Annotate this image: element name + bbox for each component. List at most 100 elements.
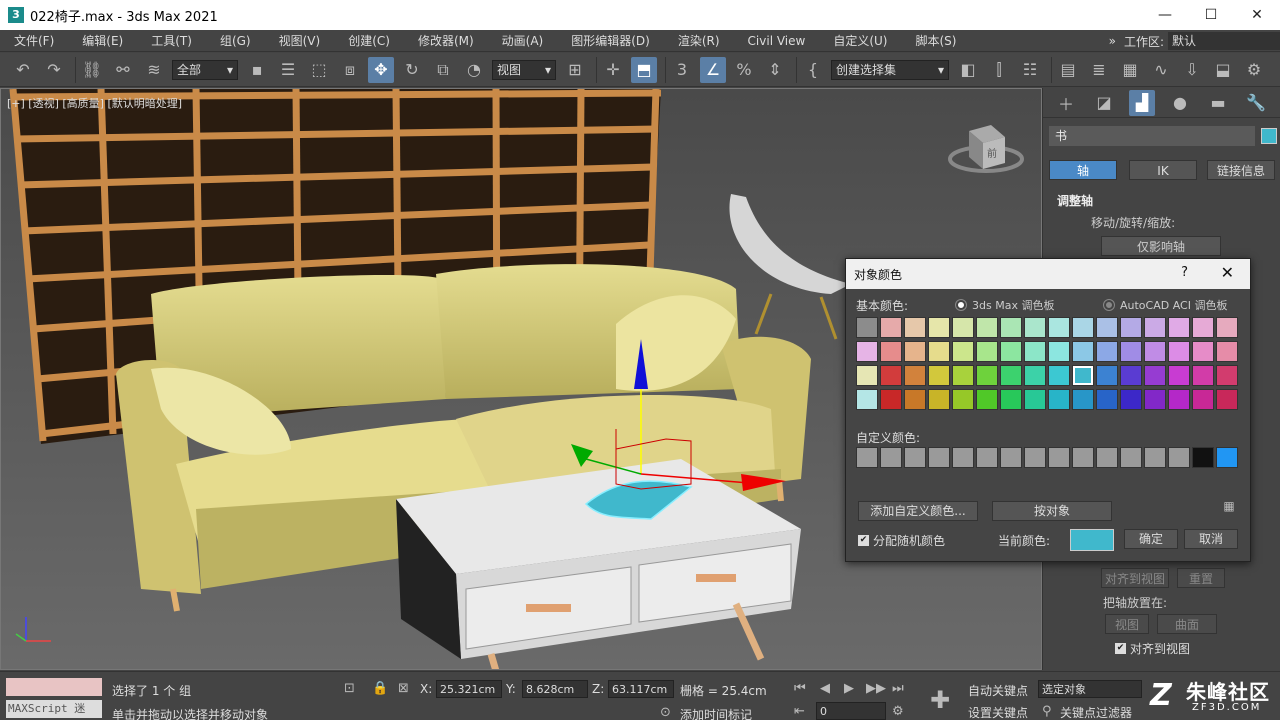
custom-color-swatch[interactable] <box>1192 447 1214 468</box>
spinner-snap-icon[interactable]: ⇕ <box>762 57 788 83</box>
by-object-button[interactable]: 按对象 <box>992 501 1112 521</box>
auto-key-button[interactable]: 自动关键点 <box>968 682 1028 699</box>
basic-color-swatch[interactable] <box>880 317 902 338</box>
basic-color-swatch[interactable] <box>904 389 926 410</box>
basic-color-swatch[interactable] <box>880 341 902 362</box>
place-view-button[interactable]: 视图 <box>1105 614 1149 634</box>
basic-color-swatch[interactable] <box>1072 317 1094 338</box>
material-editor-icon[interactable]: ⬓ <box>1210 57 1236 83</box>
custom-color-swatch[interactable] <box>1072 447 1094 468</box>
basic-color-swatch[interactable] <box>1120 365 1142 386</box>
basic-color-swatch[interactable] <box>1216 317 1238 338</box>
basic-color-swatch[interactable] <box>1144 317 1166 338</box>
custom-color-swatch[interactable] <box>1144 447 1166 468</box>
select-scale-icon[interactable]: ⧉ <box>430 57 456 83</box>
object-name-field[interactable]: 书 <box>1049 126 1255 146</box>
schematic-view-icon[interactable]: ⇩ <box>1179 57 1205 83</box>
ref-coord-dropdown[interactable]: 视图 ▾ <box>492 59 556 80</box>
select-move-icon[interactable]: ✥ <box>368 56 394 83</box>
basic-color-swatch[interactable] <box>1024 389 1046 410</box>
custom-color-swatch[interactable] <box>880 447 902 468</box>
align-icon[interactable]: ⫿ <box>986 57 1012 83</box>
selection-filter-dropdown[interactable]: 全部 ▾ <box>172 59 238 80</box>
menu-graph-editors[interactable]: 图形编辑器(D) <box>557 32 664 49</box>
basic-color-swatch[interactable] <box>904 317 926 338</box>
pivot-tab[interactable]: 轴 <box>1049 160 1117 180</box>
custom-color-swatch[interactable] <box>1096 447 1118 468</box>
layer-explorer-icon[interactable]: ≣ <box>1086 57 1112 83</box>
custom-color-swatch[interactable] <box>1048 447 1070 468</box>
x-coord-field[interactable]: 25.321cm <box>436 680 502 698</box>
window-crossing-icon[interactable]: ⧈ <box>337 57 363 83</box>
undo-icon[interactable]: ↶ <box>10 57 36 83</box>
basic-color-swatch[interactable] <box>1024 365 1046 386</box>
percent-snap-icon[interactable]: % <box>731 57 757 83</box>
bind-space-warp-icon[interactable]: ≋ <box>141 57 167 83</box>
select-manipulate-icon[interactable]: ✛ <box>600 57 626 83</box>
basic-color-swatch[interactable] <box>952 365 974 386</box>
basic-color-swatch[interactable] <box>856 365 878 386</box>
custom-color-swatch[interactable] <box>928 447 950 468</box>
close-button[interactable]: ✕ <box>1234 0 1280 30</box>
basic-color-swatch[interactable] <box>976 317 998 338</box>
palette-aci-radio[interactable]: AutoCAD ACI 调色板 <box>1104 297 1227 313</box>
basic-color-swatch[interactable] <box>928 341 950 362</box>
place-icon[interactable]: ◔ <box>461 57 487 83</box>
toggle-ribbon-icon[interactable]: ▦ <box>1117 57 1143 83</box>
previous-frame-icon[interactable]: ◀ <box>820 681 830 696</box>
basic-color-swatch[interactable] <box>1120 317 1142 338</box>
basic-color-swatch[interactable] <box>1168 317 1190 338</box>
basic-color-swatch[interactable] <box>1072 341 1094 362</box>
maximize-button[interactable]: ☐ <box>1188 0 1234 30</box>
basic-color-swatch[interactable] <box>976 341 998 362</box>
set-key-button[interactable]: 设置关键点 <box>968 704 1028 720</box>
next-frame-icon[interactable]: ▶▶ <box>866 681 886 696</box>
basic-color-swatch[interactable] <box>904 365 926 386</box>
custom-color-swatch[interactable] <box>1000 447 1022 468</box>
go-to-start-icon[interactable]: ⏮ <box>794 681 806 696</box>
add-time-tag[interactable]: 添加时间标记 <box>680 706 752 720</box>
basic-color-swatch[interactable] <box>1144 365 1166 386</box>
z-coord-field[interactable]: 63.117cm <box>608 680 674 698</box>
reset-button[interactable]: 重置 <box>1177 568 1225 588</box>
basic-color-swatch[interactable] <box>1096 341 1118 362</box>
basic-color-swatch[interactable] <box>952 341 974 362</box>
object-color-swatch[interactable] <box>1261 128 1277 144</box>
custom-color-swatch[interactable] <box>976 447 998 468</box>
custom-color-swatch[interactable] <box>856 447 878 468</box>
basic-color-swatch[interactable] <box>1048 389 1070 410</box>
play-icon[interactable]: ▶ <box>844 681 854 696</box>
time-config-icon[interactable]: ⚙ <box>892 704 904 719</box>
menu-modifiers[interactable]: 修改器(M) <box>404 32 488 49</box>
basic-color-swatch[interactable] <box>1168 389 1190 410</box>
maxscript-mini-listener[interactable]: MAXScript 迷 <box>6 700 102 718</box>
menu-animation[interactable]: 动画(A) <box>488 32 558 49</box>
palette-3dsmax-radio[interactable]: 3ds Max 调色板 <box>956 297 1054 313</box>
basic-color-swatch[interactable] <box>1216 389 1238 410</box>
basic-color-swatch[interactable] <box>1096 389 1118 410</box>
selection-lock-icon[interactable]: 🔒 <box>372 681 388 696</box>
scene-explorer-icon[interactable]: ▤ <box>1055 57 1081 83</box>
basic-color-swatch[interactable] <box>928 365 950 386</box>
menu-file[interactable]: 文件(F) <box>0 32 68 49</box>
custom-color-swatch[interactable] <box>1216 447 1238 468</box>
basic-color-swatch[interactable] <box>1168 341 1190 362</box>
basic-color-swatch[interactable] <box>904 341 926 362</box>
basic-color-swatch[interactable] <box>1096 365 1118 386</box>
align-to-view-checkbox[interactable]: ✔ 对齐到视图 <box>1115 640 1190 657</box>
maxscript-listener-input[interactable] <box>6 678 102 696</box>
current-color-swatch[interactable] <box>1070 529 1114 551</box>
key-mode-icon[interactable]: ⇤ <box>794 704 805 719</box>
add-custom-color-button[interactable]: 添加自定义颜色... <box>858 501 978 521</box>
modify-tab-icon[interactable]: ◪ <box>1091 90 1117 116</box>
menu-tools[interactable]: 工具(T) <box>137 32 206 49</box>
basic-color-swatch[interactable] <box>856 317 878 338</box>
basic-color-swatch[interactable] <box>1144 341 1166 362</box>
basic-color-swatch[interactable] <box>856 341 878 362</box>
basic-color-swatch[interactable] <box>1000 341 1022 362</box>
basic-color-swatch[interactable] <box>1192 317 1214 338</box>
basic-color-swatch[interactable] <box>952 389 974 410</box>
basic-color-swatch[interactable] <box>1072 389 1094 410</box>
select-by-name-icon[interactable]: ☰ <box>275 57 301 83</box>
unlink-icon[interactable]: ⚯ <box>110 57 136 83</box>
